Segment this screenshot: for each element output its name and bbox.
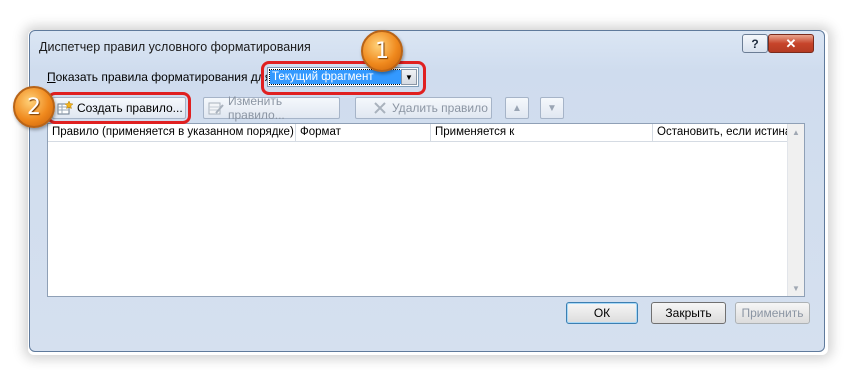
column-header-applies-to[interactable]: Применяется к bbox=[431, 124, 653, 141]
column-header-stop-if-true[interactable]: Остановить, если истина bbox=[653, 124, 788, 141]
close-window-button[interactable]: ✕ bbox=[768, 34, 814, 53]
dialog-title: Диспетчер правил условного форматировани… bbox=[39, 40, 311, 54]
column-header-format[interactable]: Формат bbox=[296, 124, 431, 141]
rules-table[interactable]: Правило (применяется в указанном порядке… bbox=[47, 123, 805, 297]
move-up-button[interactable]: ▲ bbox=[505, 97, 529, 119]
conditional-formatting-rules-manager-dialog: Диспетчер правил условного форматировани… bbox=[13, 30, 825, 352]
ok-button[interactable]: ОК bbox=[566, 302, 638, 324]
apply-button[interactable]: Применить bbox=[735, 302, 810, 324]
rules-table-header: Правило (применяется в указанном порядке… bbox=[48, 124, 788, 142]
scroll-up-arrow[interactable]: ▲ bbox=[788, 124, 804, 140]
move-down-button[interactable]: ▼ bbox=[540, 97, 564, 119]
vertical-scrollbar[interactable]: ▲ ▼ bbox=[787, 124, 804, 296]
step-badge-2: 2 bbox=[13, 86, 55, 128]
close-button[interactable]: Закрыть bbox=[651, 302, 726, 324]
show-rules-label: Показать правила форматирования для: bbox=[47, 70, 275, 84]
highlight-frame-new-rule bbox=[47, 92, 191, 124]
delete-icon bbox=[372, 101, 388, 115]
edit-rule-button[interactable]: Изменить правило... bbox=[203, 94, 340, 122]
delete-rule-button[interactable]: Удалить правило bbox=[355, 97, 492, 119]
step-badge-1: 1 bbox=[361, 30, 403, 72]
delete-rule-label: Удалить правило bbox=[392, 101, 488, 115]
column-header-rule[interactable]: Правило (применяется в указанном порядке… bbox=[48, 124, 296, 141]
scroll-down-arrow[interactable]: ▼ bbox=[788, 280, 804, 296]
edit-rule-label: Изменить правило... bbox=[228, 94, 285, 122]
highlight-frame-show-rules bbox=[261, 61, 426, 95]
help-button[interactable]: ? bbox=[742, 34, 768, 53]
edit-rule-icon bbox=[208, 101, 224, 115]
